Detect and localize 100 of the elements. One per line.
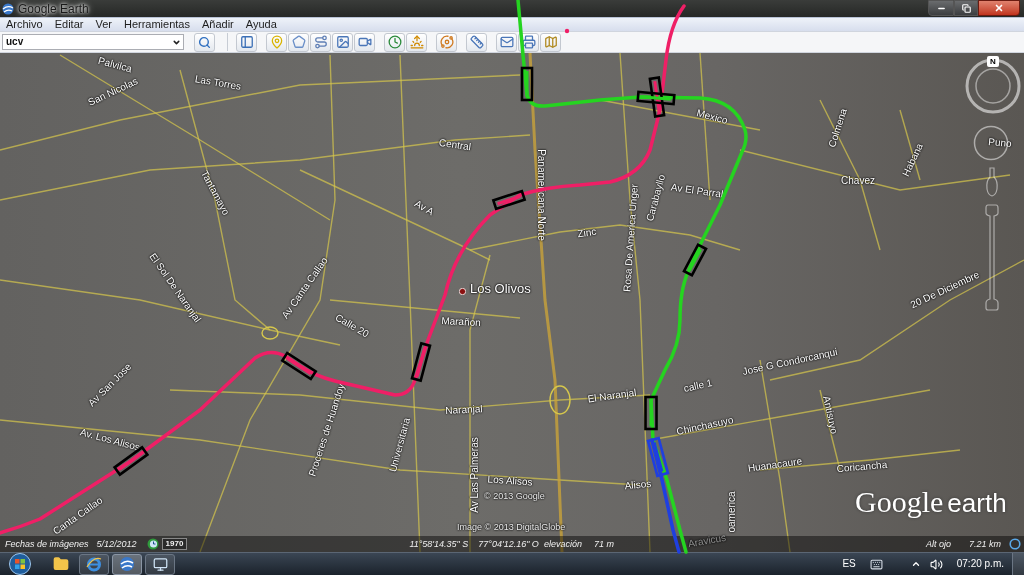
street-label: Mexico (695, 108, 729, 126)
street-label: Los Alisos (487, 474, 533, 488)
street-label: El Naranjal (587, 387, 637, 405)
search-icon (198, 35, 211, 49)
taskbar-app-button[interactable] (79, 553, 109, 575)
street-label: Av A (412, 198, 436, 218)
zoom-control-icon[interactable] (985, 204, 999, 311)
street-label: Panamericana Norte (536, 149, 546, 241)
search-button[interactable] (194, 32, 215, 52)
maps-button[interactable] (540, 32, 561, 52)
street-label: Zinc (576, 226, 598, 240)
sidebar-button[interactable] (236, 32, 257, 52)
longitude-text: 77°04'12.16" O (478, 539, 539, 549)
street-label: Rosa De America Unger (622, 183, 640, 293)
restore-button[interactable] (954, 0, 978, 16)
image-overlay-button[interactable] (332, 32, 353, 52)
image-icon (335, 35, 350, 49)
show-desktop-button[interactable] (1012, 552, 1024, 575)
logo-brand-text: Google (855, 487, 944, 517)
elevation-text: 71 m (593, 539, 614, 549)
taskbar-clock[interactable]: 07:20 p.m. (956, 559, 1004, 569)
globe-icon (2, 2, 14, 15)
email-button[interactable] (496, 32, 517, 52)
video-camera-icon (357, 35, 372, 49)
menu-item[interactable]: Archivo (0, 19, 49, 30)
route-icon (313, 35, 328, 49)
street-label: calle 1 (682, 378, 714, 394)
clock-icon (387, 35, 402, 49)
street-label: Alisos (624, 478, 652, 492)
elevation-label: elevación (543, 539, 582, 549)
roundabout-road (549, 385, 571, 415)
street-label: Av. Los Alisos (79, 427, 141, 453)
start-orb-icon (9, 553, 31, 575)
menu-item[interactable]: Editar (48, 19, 90, 30)
pentagon-icon (291, 35, 306, 49)
menu-item[interactable]: Ver (89, 19, 118, 30)
sunrise-icon (409, 35, 424, 49)
taskbar-app-button[interactable] (112, 553, 142, 575)
close-button[interactable] (978, 0, 1020, 16)
street-label: Central (438, 137, 472, 153)
pegman-icon[interactable] (985, 167, 999, 197)
eye-altitude-text: 7.21 km (969, 539, 1001, 549)
logo-product-text: earth (947, 490, 1007, 516)
panel-icon (239, 35, 254, 49)
street-label: Aravicus (687, 532, 727, 550)
street-label: Coricancha (836, 459, 888, 475)
look-joystick-icon[interactable] (973, 125, 1009, 161)
taskbar-app-button[interactable] (145, 553, 175, 575)
ruler-button[interactable] (466, 32, 487, 52)
street-label: Calle 20 (333, 312, 371, 340)
street-label: oamerica (727, 491, 737, 533)
latitude-text: 11°58'14.35" S (409, 539, 469, 549)
volume-icon[interactable] (929, 557, 943, 571)
keyboard-icon[interactable] (869, 557, 883, 571)
street-label: Huanacaure (747, 456, 803, 474)
path-button[interactable] (310, 32, 331, 52)
street-label: Naranjal (445, 404, 483, 416)
street-label: Chavez (841, 176, 875, 186)
globe-icon (119, 556, 135, 572)
place-label: Los Olivos (470, 282, 531, 295)
mail-icon (499, 35, 514, 49)
search-field[interactable]: ucv (2, 34, 184, 50)
street-label: Puno (987, 137, 1013, 149)
chevron-up-icon[interactable] (910, 559, 921, 569)
map-icon (543, 35, 558, 49)
route-point-icon (564, 28, 570, 34)
street-label: Antisuyo (821, 395, 839, 435)
orbit-icon (439, 35, 454, 49)
restore-icon (961, 3, 971, 13)
loading-ring-icon (1009, 538, 1021, 550)
street-label: Palvilca (97, 55, 133, 75)
compass-north-label[interactable]: N (987, 56, 999, 67)
menu-item[interactable]: Añadir (196, 19, 240, 30)
language-indicator[interactable]: ES (842, 559, 856, 569)
compass-ring-icon[interactable] (965, 58, 1021, 114)
sunlight-button[interactable] (406, 32, 427, 52)
close-icon (994, 3, 1004, 13)
street-label: Av El Parral (670, 182, 724, 200)
history-clock-icon[interactable] (146, 538, 159, 550)
printer-icon (521, 35, 536, 49)
eye-altitude-label: Alt ojo (925, 539, 951, 549)
map-pin-icon (269, 35, 284, 49)
satellite-map-placeholder[interactable] (0, 53, 1024, 552)
street-label: Las Torres (194, 74, 242, 92)
roundabout-road (261, 326, 279, 340)
browser-logo-icon (86, 556, 102, 572)
planets-button[interactable] (436, 32, 457, 52)
polygon-button[interactable] (288, 32, 309, 52)
ruler-icon (469, 35, 484, 49)
copyright-text: © 2013 Google (484, 492, 545, 501)
menu-item[interactable]: Herramientas (117, 19, 196, 30)
historical-imagery-button[interactable] (384, 32, 405, 52)
record-tour-button[interactable] (354, 32, 375, 52)
imagery-date-label: Fechas de imágenes (5, 539, 89, 549)
year-badge[interactable]: 1970 (161, 538, 188, 550)
monitor-icon (152, 556, 168, 572)
menu-item[interactable]: Ayuda (239, 19, 283, 30)
street-label: Chinchasuyo (675, 415, 735, 437)
folder-icon (53, 556, 69, 572)
imagery-date: 5/12/2012 (96, 539, 137, 549)
